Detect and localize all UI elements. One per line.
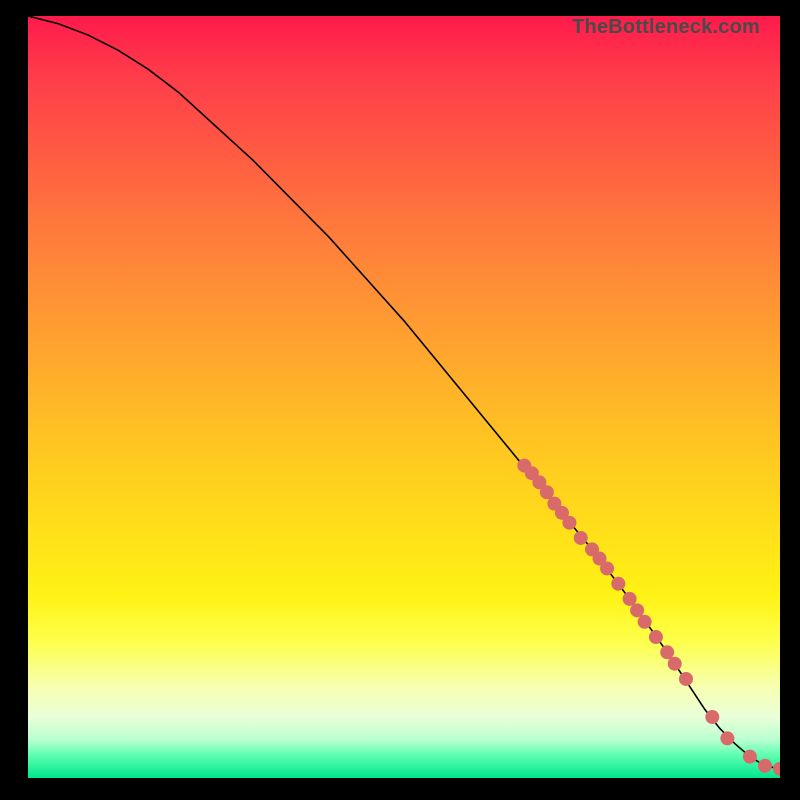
chart-marker <box>773 762 780 776</box>
chart-marker <box>611 577 625 591</box>
chart-marker <box>638 615 652 629</box>
chart-marker <box>705 710 719 724</box>
chart-marker <box>623 592 637 606</box>
chart-plot-area: TheBottleneck.com <box>28 16 780 778</box>
chart-marker <box>758 759 772 773</box>
chart-overlay-svg <box>28 16 780 778</box>
chart-marker <box>562 516 576 530</box>
chart-marker <box>679 672 693 686</box>
chart-marker <box>630 603 644 617</box>
chart-marker <box>660 645 674 659</box>
chart-marker <box>540 485 554 499</box>
chart-marker <box>574 531 588 545</box>
chart-markers <box>517 459 780 776</box>
chart-marker <box>600 561 614 575</box>
chart-marker <box>649 630 663 644</box>
chart-marker <box>720 731 734 745</box>
chart-marker <box>743 750 757 764</box>
watermark-text: TheBottleneck.com <box>572 16 760 39</box>
chart-marker <box>668 657 682 671</box>
